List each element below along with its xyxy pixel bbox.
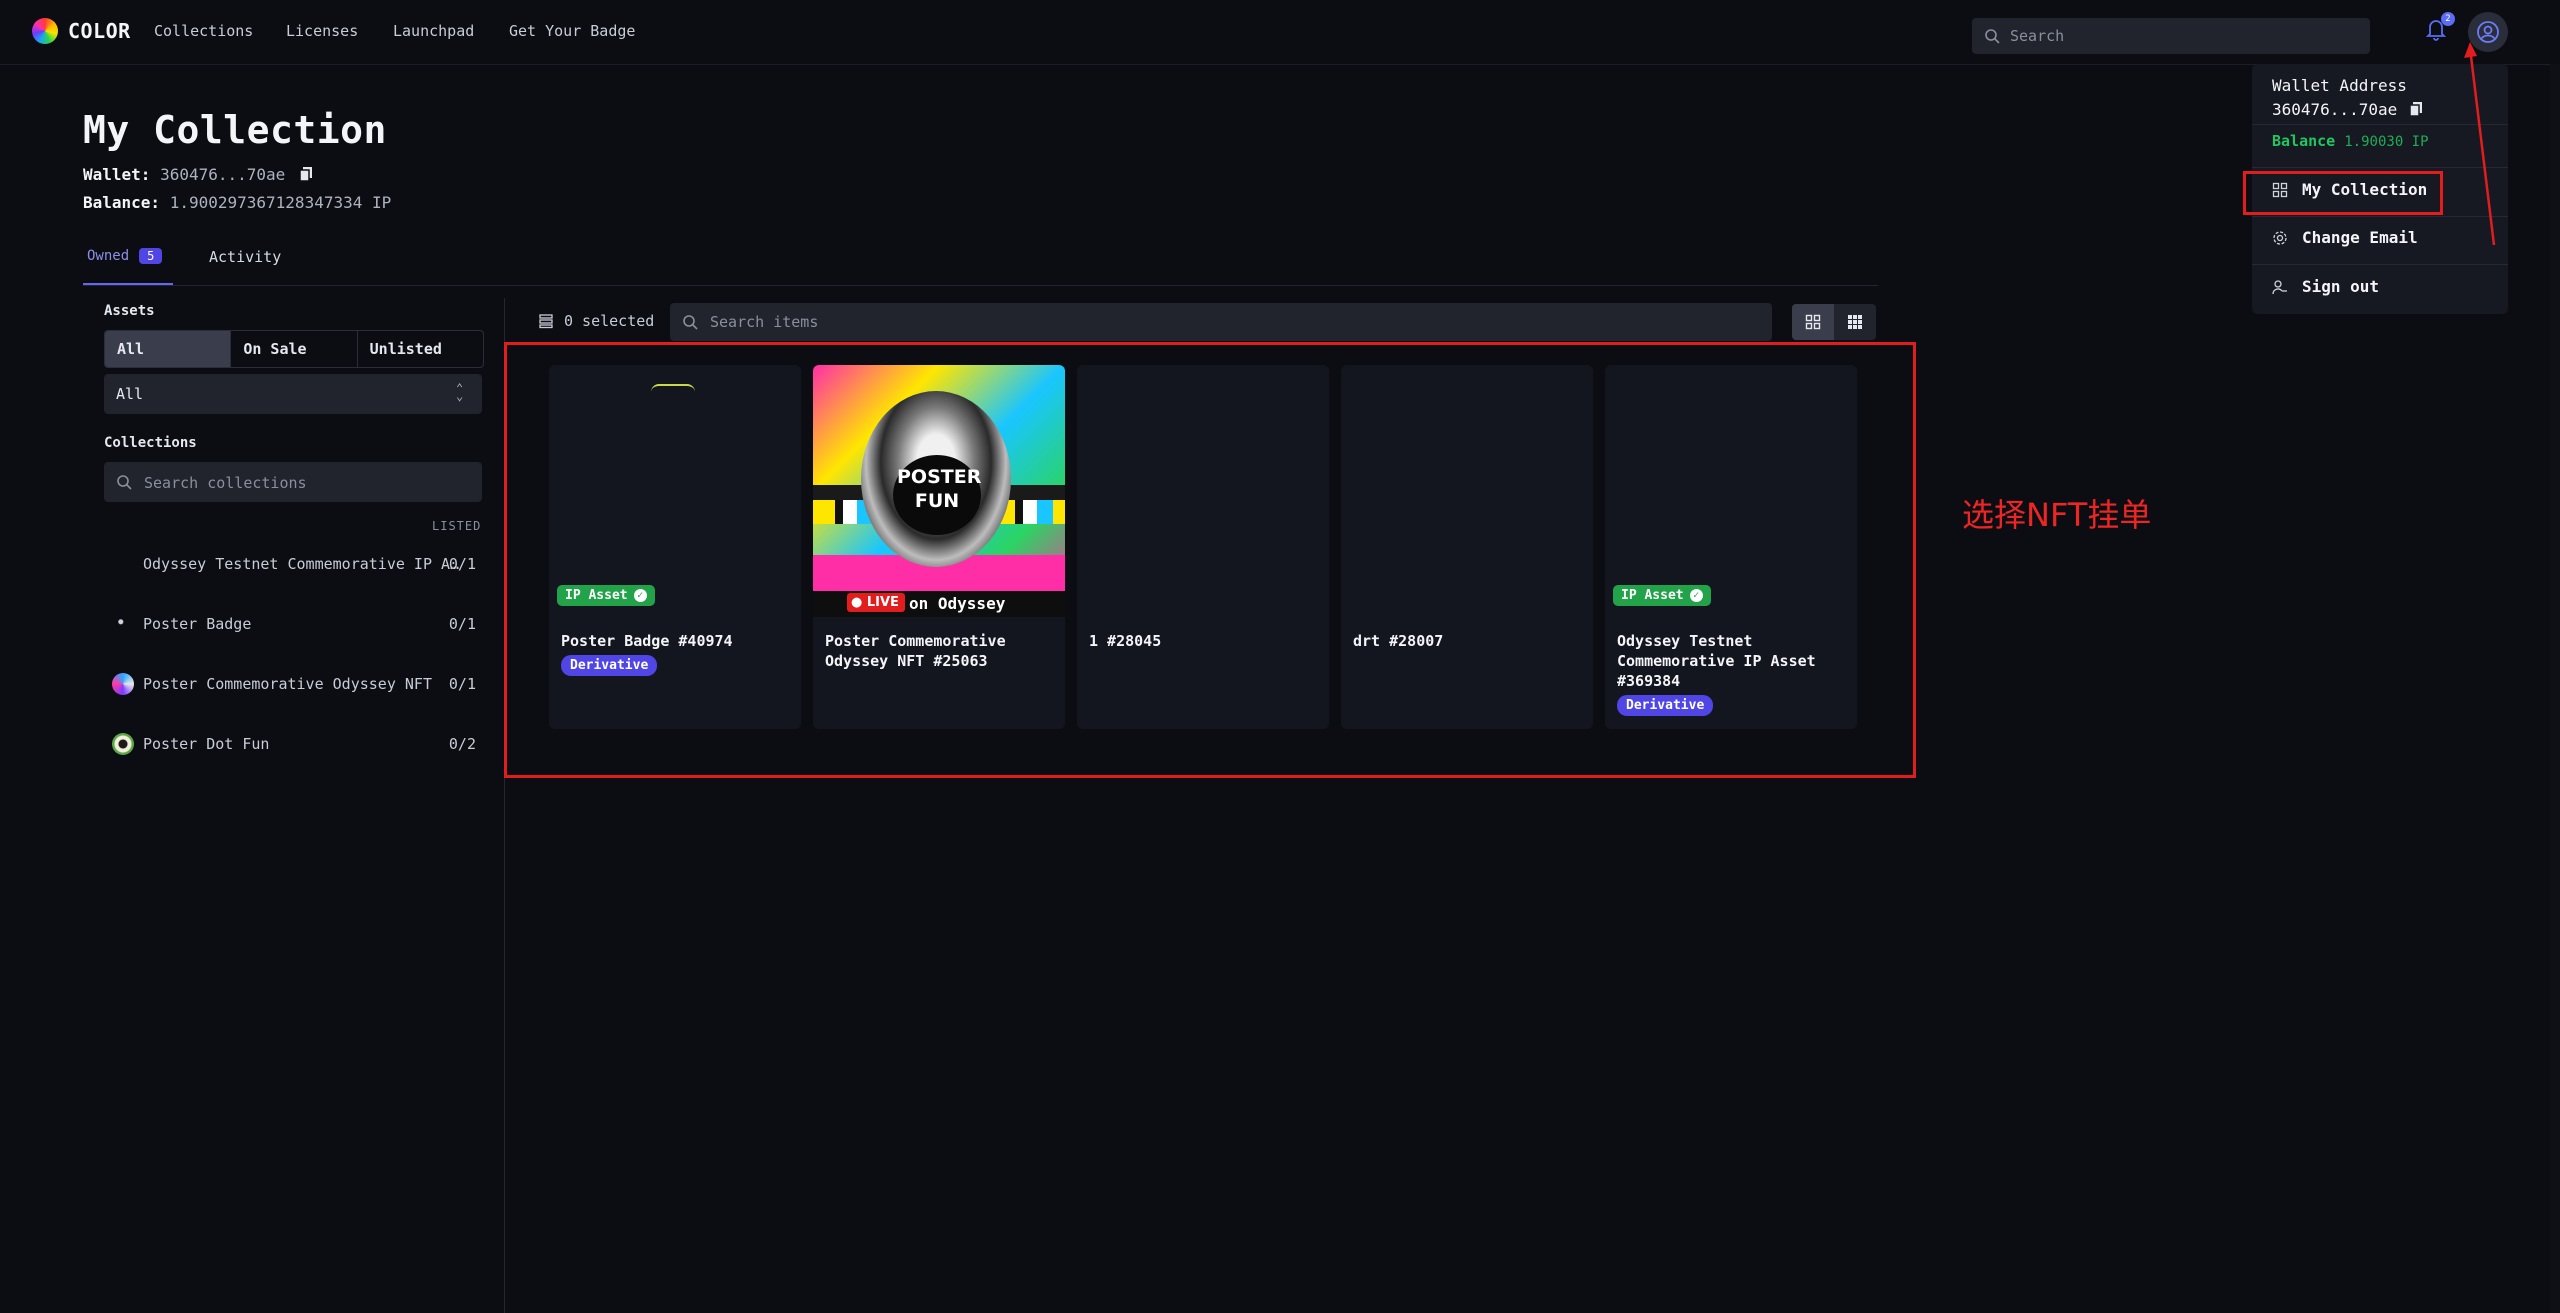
filter-on-sale[interactable]: On Sale <box>231 331 358 367</box>
nav-get-your-badge[interactable]: Get Your Badge <box>509 22 635 40</box>
balance-value: 1.900297367128347334 IP <box>169 193 392 212</box>
collections-search-input[interactable]: Search collections <box>104 462 482 502</box>
collection-listed-count: 0/1 <box>448 555 476 573</box>
tab-owned[interactable]: Owned 5 <box>87 248 163 264</box>
select-chevron-icon: ⌃ ⌄ <box>456 381 464 403</box>
wallet-value: 360476...70ae <box>160 165 286 184</box>
annotation-label: 选择NFT挂单 <box>1962 496 2152 534</box>
selected-count-text: 0 selected <box>564 312 655 330</box>
menu-divider <box>2252 264 2508 265</box>
nav-collections[interactable]: Collections <box>154 22 253 40</box>
filter-all[interactable]: All <box>105 331 232 367</box>
gear-icon <box>2273 230 2287 245</box>
collections-heading: Collections <box>104 435 197 451</box>
collection-item[interactable]: Poster Commemorative Odyssey NFT 0/1 <box>110 672 482 696</box>
listed-column-header: LISTED <box>432 519 482 533</box>
user-logout-icon <box>2272 279 2287 294</box>
menu-wallet-block: Wallet Address 360476...70ae <box>2272 74 2423 122</box>
menu-item-label: Change Email <box>2302 228 2418 247</box>
tabs-divider <box>83 285 1878 286</box>
collection-item[interactable]: Poster Badge 0/1 <box>110 612 482 636</box>
nav-licenses[interactable]: Licenses <box>286 22 358 40</box>
menu-wallet-label: Wallet Address <box>2272 76 2407 95</box>
collection-thumbnail <box>112 673 134 695</box>
owned-count-badge: 5 <box>139 248 163 264</box>
menu-item-label: Sign out <box>2302 277 2380 296</box>
collection-thumbnail <box>112 733 134 755</box>
view-mode-toggle <box>1792 304 1876 340</box>
asset-type-value: All <box>116 385 144 403</box>
menu-balance-label: Balance <box>2272 132 2336 150</box>
search-icon <box>117 475 132 490</box>
page-scrollbar[interactable] <box>2550 64 2560 1313</box>
collection-listed-count: 0/2 <box>448 735 476 753</box>
tab-owned-label: Owned <box>87 248 130 264</box>
grid-small-icon <box>1848 315 1862 329</box>
grid-large-icon <box>1805 314 1821 330</box>
menu-item-sign-out[interactable]: Sign out <box>2272 277 2379 296</box>
collection-name: Odyssey Testnet Commemorative IP A… <box>143 555 460 573</box>
balance-row: Balance: 1.900297367128347334 IP <box>83 193 391 212</box>
nav-launchpad[interactable]: Launchpad <box>393 22 474 40</box>
selection-counter: 0 selected <box>538 312 654 330</box>
collection-thumbnail <box>112 613 134 635</box>
wallet-row: Wallet: 360476...70ae <box>83 165 313 184</box>
balance-label: Balance: <box>83 193 161 212</box>
page-title: My Collection <box>83 108 387 152</box>
app-name: COLOR <box>68 19 131 43</box>
search-icon <box>683 315 698 330</box>
annotation-arrow <box>2464 42 2496 246</box>
tab-activity[interactable]: Activity <box>209 248 281 266</box>
collection-item[interactable]: Odyssey Testnet Commemorative IP A… 0/1 <box>110 552 482 576</box>
collection-item[interactable]: Poster Dot Fun 0/2 <box>110 732 482 756</box>
items-search-placeholder: Search items <box>710 313 819 331</box>
menu-wallet-row: 360476...70ae <box>2272 98 2423 122</box>
annotation-highlight-box <box>504 342 1916 778</box>
assets-heading: Assets <box>104 303 155 319</box>
search-placeholder: Search <box>2010 27 2065 45</box>
large-grid-view-button[interactable] <box>1792 304 1834 340</box>
menu-balance-value: 1.90030 IP <box>2344 134 2429 150</box>
small-grid-view-button[interactable] <box>1834 304 1876 340</box>
global-search-input[interactable]: Search <box>1972 18 2370 54</box>
asset-type-select[interactable]: All ⌃ ⌄ <box>104 374 482 414</box>
collection-name: Poster Badge <box>143 615 252 633</box>
collection-listed-count: 0/1 <box>448 675 476 693</box>
menu-balance: Balance 1.90030 IP <box>2272 132 2429 150</box>
wallet-label: Wallet: <box>83 165 151 184</box>
menu-item-change-email[interactable]: Change Email <box>2272 228 2418 247</box>
items-search-input[interactable]: Search items <box>670 303 1772 341</box>
asset-filter-segmented: All On Sale Unlisted <box>104 330 484 368</box>
copy-icon[interactable] <box>299 166 313 182</box>
copy-icon[interactable] <box>2409 101 2423 117</box>
search-icon <box>1985 29 2000 44</box>
filter-unlisted[interactable]: Unlisted <box>358 331 483 367</box>
notification-count-badge: 2 <box>2441 12 2455 26</box>
collection-name: Poster Dot Fun <box>143 735 270 753</box>
app-logo[interactable]: COLOR <box>32 18 131 44</box>
collection-name: Poster Commemorative Odyssey NFT <box>143 675 432 693</box>
collections-search-placeholder: Search collections <box>144 474 307 492</box>
annotation-highlight-box <box>2243 171 2443 215</box>
list-stack-icon <box>539 314 553 329</box>
color-logo-icon <box>32 18 58 44</box>
collection-listed-count: 0/1 <box>448 615 476 633</box>
menu-wallet-value: 360476...70ae <box>2272 100 2398 119</box>
